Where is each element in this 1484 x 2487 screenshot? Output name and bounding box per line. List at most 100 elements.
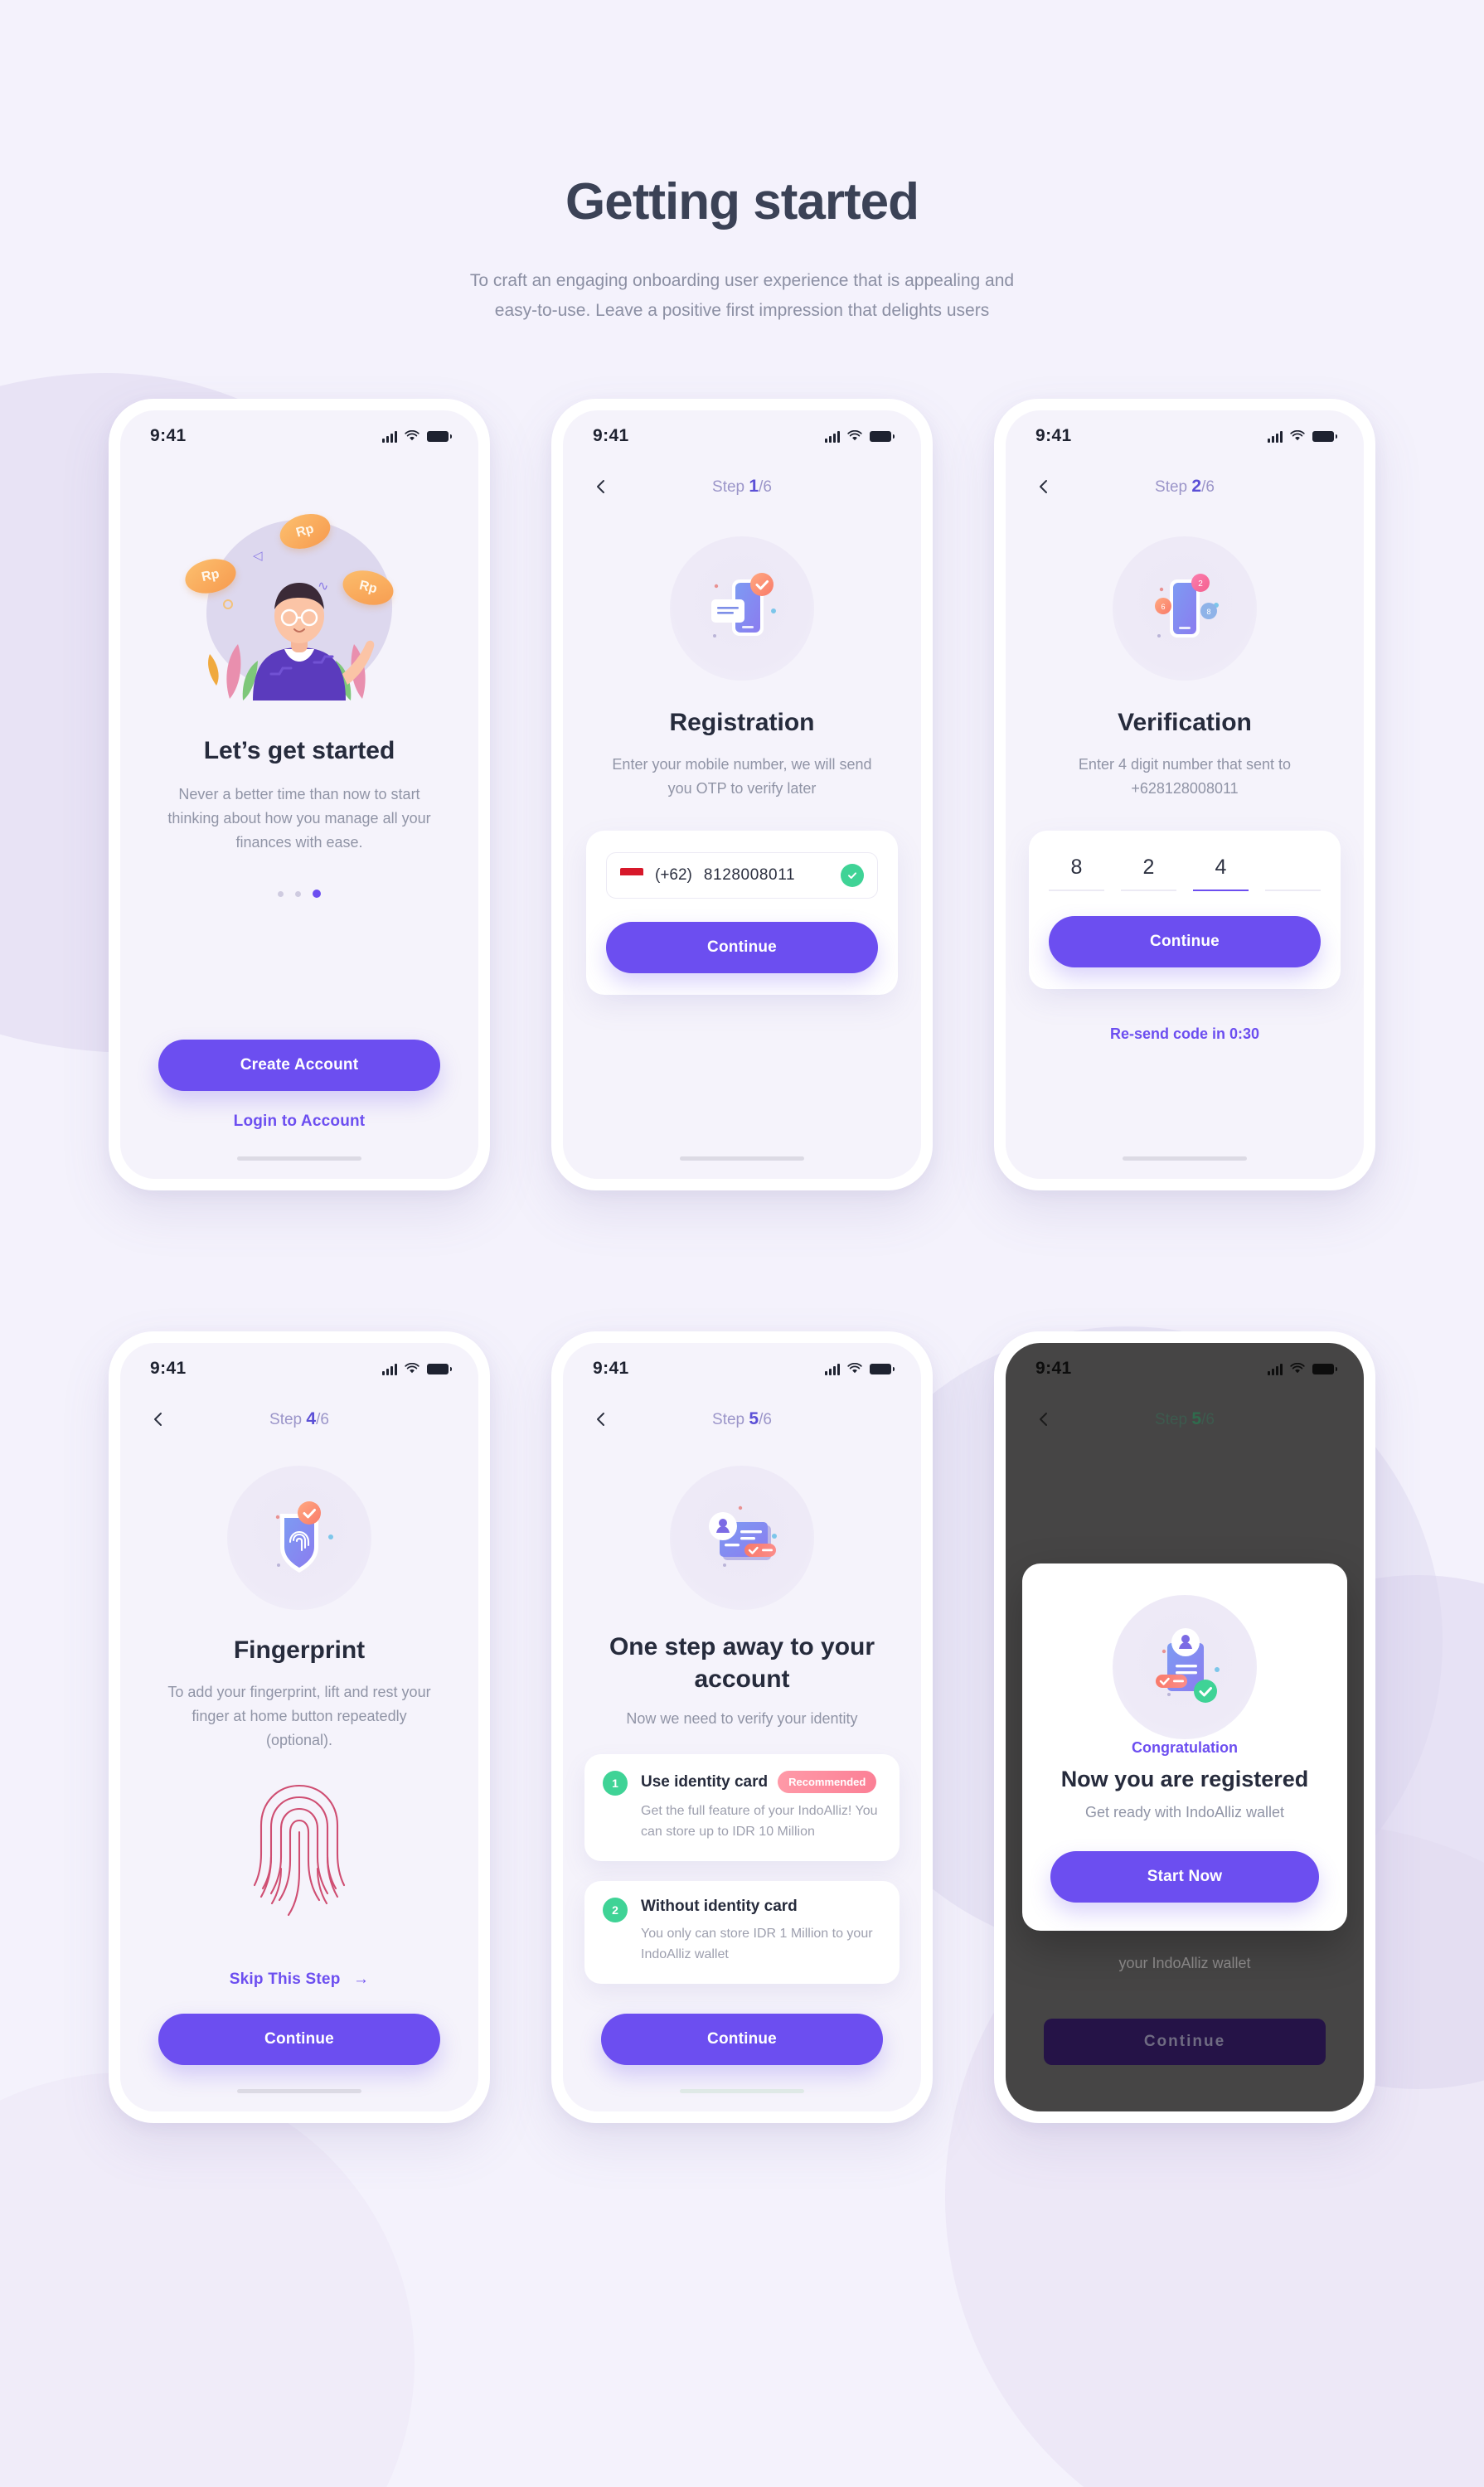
- otp-cell-1[interactable]: 8: [1049, 856, 1104, 891]
- option-header: Use identity card Recommended: [641, 1771, 881, 1794]
- continue-button[interactable]: Continue: [601, 2014, 883, 2066]
- option-card-use-identity-card[interactable]: 1 Use identity card Recommended Get the …: [584, 1754, 900, 1862]
- phone-mockup-registered: 9:41 Step 5/6 your IndoAlliz wallet Cong…: [994, 1331, 1375, 2124]
- option-description: You only can store IDR 1 Million to your…: [641, 1927, 873, 1962]
- status-time: 9:41: [1035, 1359, 1072, 1379]
- screen-description: Now we need to verify your identity: [626, 1710, 858, 1727]
- back-icon[interactable]: [1035, 1411, 1052, 1428]
- signal-icon: [825, 430, 840, 443]
- continue-button[interactable]: Continue: [606, 921, 878, 973]
- screen-body: your IndoAlliz wallet Congratulation Now…: [1006, 1444, 1364, 2111]
- resend-code-label[interactable]: Re-send code in 0:30: [1110, 1025, 1259, 1043]
- signal-icon: [1268, 430, 1283, 443]
- otp-cell-3[interactable]: 4: [1193, 856, 1249, 891]
- status-bar: 9:41: [563, 410, 921, 462]
- otp-input-row[interactable]: 8 2 4: [1049, 856, 1321, 891]
- screen-title: Fingerprint: [233, 1636, 366, 1665]
- step-prefix: Step: [712, 478, 749, 497]
- status-bar: 9:41: [563, 1343, 921, 1394]
- fingerprint-icon[interactable]: [245, 1777, 354, 1925]
- otp-form-sheet: 8 2 4 Continue: [1029, 830, 1341, 989]
- nav-bar: Step 5/6: [563, 1394, 921, 1444]
- pagination-dot[interactable]: [278, 890, 284, 897]
- start-now-button[interactable]: Start Now: [1050, 1851, 1319, 1903]
- registration-success-modal: Congratulation Now you are registered Ge…: [1022, 1563, 1347, 1932]
- signal-icon: [382, 1363, 397, 1375]
- check-circle-icon: [841, 863, 864, 887]
- nav-bar: Step 2/6: [1006, 462, 1364, 511]
- shield-fingerprint-check-illustration: [227, 1466, 371, 1611]
- option-title: Use identity card: [641, 1772, 769, 1791]
- screen-footer: Create Account Login to Account: [120, 1040, 478, 1131]
- option-number-badge: 1: [603, 1771, 628, 1796]
- id-card-verified-illustration: [670, 1466, 814, 1611]
- home-indicator: [680, 2089, 804, 2094]
- modal-title: Now you are registered: [1060, 1767, 1309, 1792]
- step-indicator: Step 4/6: [120, 1409, 478, 1429]
- phone-mockup-fingerprint: 9:41 Step 4/6 Fingerprint To add your fi…: [109, 1331, 490, 2124]
- status-icons: [382, 430, 452, 443]
- identity-options-list: 1 Use identity card Recommended Get the …: [584, 1754, 900, 1984]
- phone-mockup-grid: 9:41 ◁ ∿ Rp Rp Rp Let’s get started Neve…: [0, 399, 1484, 2124]
- phone-otp-bubbles-illustration: 2 6 8: [1113, 536, 1257, 681]
- screen-title: Let’s get started: [203, 737, 395, 765]
- back-icon[interactable]: [593, 1411, 609, 1428]
- wifi-icon: [847, 430, 862, 442]
- continue-button[interactable]: Continue: [1049, 915, 1321, 967]
- screen-identity: 9:41 Step 5/6 One step away to your acco…: [563, 1343, 921, 2112]
- pagination-dot-active[interactable]: [313, 890, 321, 899]
- phone-row-top: 9:41 ◁ ∿ Rp Rp Rp Let’s get started Neve…: [0, 399, 1484, 1191]
- pagination-dots[interactable]: [278, 890, 321, 899]
- back-icon[interactable]: [150, 1411, 167, 1428]
- battery-icon: [1312, 1363, 1337, 1374]
- status-bar: 9:41: [120, 410, 478, 462]
- step-current: 5: [1191, 1409, 1202, 1429]
- screen-footer: Skip This Step → Continue: [120, 1971, 478, 2066]
- battery-icon: [870, 430, 895, 442]
- wifi-icon: [1290, 430, 1305, 442]
- continue-button[interactable]: Continue: [158, 2014, 440, 2066]
- step-indicator: Step 2/6: [1006, 477, 1364, 497]
- option-card-without-identity-card[interactable]: 2 Without identity card You only can sto…: [584, 1881, 900, 1984]
- status-icons: [825, 430, 895, 443]
- step-current: 1: [749, 477, 759, 497]
- wifi-icon: [405, 430, 419, 442]
- status-icons: [1268, 1363, 1337, 1375]
- battery-icon: [1312, 430, 1337, 442]
- svg-text:8: 8: [1206, 608, 1210, 616]
- phone-number-input[interactable]: (+62) 8128008011: [606, 851, 878, 899]
- home-indicator: [237, 2089, 361, 2094]
- step-current: 4: [306, 1409, 317, 1429]
- screen-get-started: 9:41 ◁ ∿ Rp Rp Rp Let’s get started Neve…: [120, 410, 478, 1180]
- status-icons: [825, 1363, 895, 1375]
- document-profile-verified-illustration: [1113, 1595, 1257, 1740]
- page-header: Getting started To craft an engaging onb…: [0, 0, 1484, 326]
- screen-description: Enter your mobile number, we will send y…: [612, 755, 872, 797]
- back-icon[interactable]: [1035, 478, 1052, 495]
- skip-this-step-label: Skip This Step: [229, 1971, 341, 1989]
- screen-description: Enter 4 digit number that sent to +62812…: [1078, 755, 1292, 797]
- modal-kicker: Congratulation: [1132, 1739, 1238, 1757]
- phone-number-value: 8128008011: [703, 865, 796, 884]
- nav-bar: Step 4/6: [120, 1394, 478, 1444]
- screen-title: Registration: [669, 709, 815, 737]
- step-total: /6: [759, 1411, 772, 1429]
- create-account-button[interactable]: Create Account: [158, 1040, 440, 1092]
- signal-icon: [1268, 1363, 1283, 1375]
- pagination-dot[interactable]: [295, 890, 301, 897]
- screen-title: One step away to your account: [609, 1633, 875, 1693]
- status-icons: [382, 1363, 452, 1375]
- option-description: Get the full feature of your IndoAlliz! …: [641, 1804, 878, 1840]
- back-icon[interactable]: [593, 478, 609, 495]
- country-code-label: (+62): [655, 865, 692, 884]
- battery-icon: [427, 1363, 452, 1374]
- otp-cell-4[interactable]: [1265, 856, 1321, 891]
- otp-cell-2[interactable]: 2: [1121, 856, 1176, 891]
- step-prefix: Step: [1155, 1411, 1192, 1429]
- option-title: Without identity card: [641, 1898, 798, 1916]
- login-to-account-link[interactable]: Login to Account: [158, 1113, 440, 1131]
- page-subtitle: To craft an engaging onboarding user exp…: [469, 271, 1015, 321]
- dimmed-behind-text: your IndoAlliz wallet: [1118, 1955, 1251, 1972]
- skip-this-step-link[interactable]: Skip This Step →: [158, 1971, 440, 1989]
- screen-footer: Continue: [1006, 2019, 1364, 2066]
